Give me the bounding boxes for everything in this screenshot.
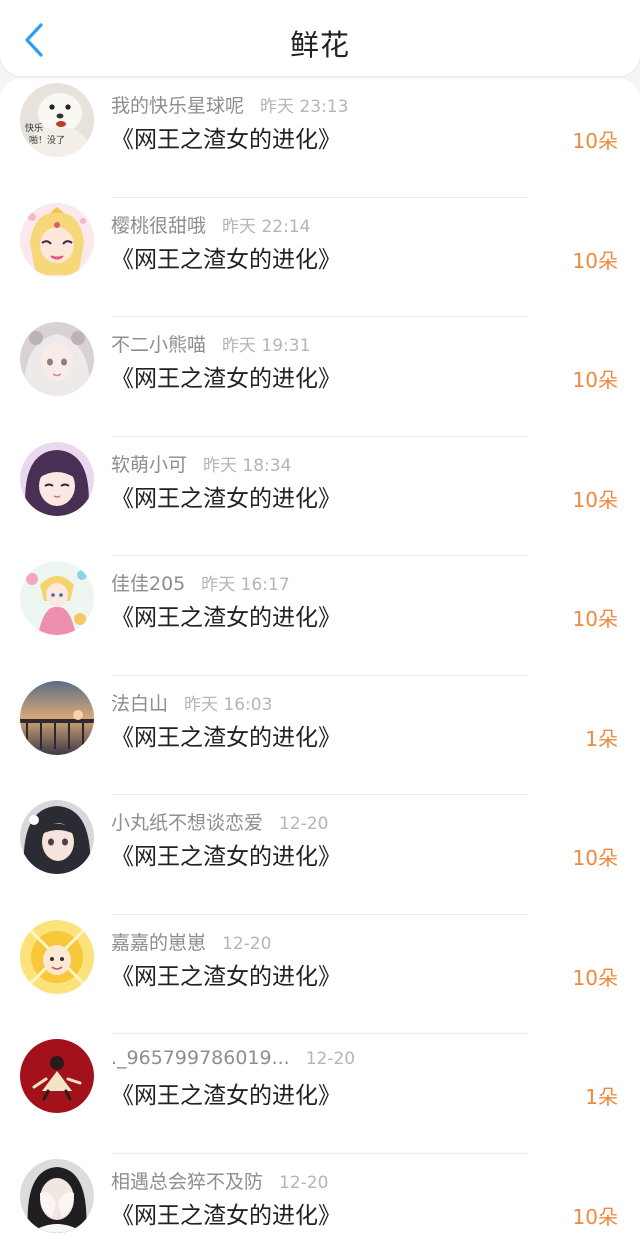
flower-amount: 10朵	[572, 1204, 618, 1229]
timestamp: 12-20	[305, 1049, 356, 1069]
nav-header: 鲜花	[0, 0, 640, 76]
username[interactable]: 嘉嘉的崽崽	[111, 932, 206, 954]
username[interactable]: 法白山	[111, 693, 168, 715]
avatar[interactable]	[20, 561, 94, 635]
item-meta: 软萌小可 昨天 18:34	[111, 450, 291, 477]
item-meta: 我的快乐星球呢 昨天 23:13	[111, 91, 348, 118]
timestamp: 昨天 18:34	[203, 455, 292, 476]
item-meta: 小丸纸不想谈恋爱 12-20	[111, 808, 328, 835]
flower-amount: 10朵	[572, 129, 618, 153]
book-title[interactable]: 《网王之渣女的进化》	[111, 479, 341, 513]
username[interactable]: 樱桃很甜哦	[111, 215, 206, 237]
list-item[interactable]: 不二小熊喵 昨天 19:31 《网王之渣女的进化》 10朵	[0, 317, 640, 437]
username[interactable]: 不二小熊喵	[111, 334, 206, 356]
list-item[interactable]: 软萌小可 昨天 18:34 《网王之渣女的进化》 10朵	[0, 437, 640, 556]
avatar[interactable]	[20, 441, 94, 516]
book-title[interactable]: 《网王之渣女的进化》	[111, 240, 341, 274]
book-title[interactable]: 《网王之渣女的进化》	[111, 1076, 341, 1110]
red-figure-avatar-image	[20, 1039, 94, 1113]
flower-amount: 10朵	[572, 248, 618, 273]
flower-amount: 10朵	[572, 846, 618, 870]
timestamp: 昨天 16:17	[201, 575, 290, 595]
flower-amount: 10朵	[572, 487, 618, 512]
item-meta: 不二小熊喵 昨天 19:31	[111, 330, 310, 357]
svg-text:快乐: 快乐	[25, 122, 43, 134]
list-item[interactable]: 法白山 昨天 16:03 《网王之渣女的进化》 1朵	[0, 676, 640, 795]
pier-sunset-avatar-image	[20, 680, 94, 755]
book-title[interactable]: 《网王之渣女的进化》	[111, 957, 341, 991]
book-title[interactable]: 《网王之渣女的进化》	[111, 718, 341, 752]
username[interactable]: 我的快乐星球呢	[111, 95, 244, 117]
timestamp: 昨天 23:13	[260, 97, 349, 117]
item-meta: ._965799786019... 12-20	[111, 1047, 355, 1069]
flower-amount: 10朵	[572, 368, 618, 392]
book-title[interactable]: 《网王之渣女的进化》	[111, 359, 341, 393]
username[interactable]: 相遇总会猝不及防	[111, 1171, 263, 1193]
flower-amount: 10朵	[572, 965, 618, 990]
flower-amount: 1朵	[585, 1085, 618, 1109]
timestamp: 12-20	[279, 814, 329, 834]
timestamp: 昨天 22:14	[222, 216, 311, 237]
item-meta: 佳佳205 昨天 16:17	[111, 569, 290, 596]
avatar[interactable]: 快乐 啪！没了	[20, 83, 94, 157]
list-item[interactable]: ._965799786019... 12-20 《网王之渣女的进化》 1朵	[0, 1034, 640, 1154]
username[interactable]: 小丸纸不想谈恋爱	[111, 812, 263, 834]
sailor-moon-avatar-image	[20, 202, 94, 277]
list-item[interactable]: 快乐 啪！没了 我的快乐星球呢 昨天 23:13 《网王之渣女的进化》 10朵	[0, 78, 640, 198]
list-item[interactable]: 佳佳205 昨天 16:17 《网王之渣女的进化》 10朵	[0, 556, 640, 676]
item-meta: 樱桃很甜哦 昨天 22:14	[111, 211, 310, 238]
item-meta: 相遇总会猝不及防 12-20	[111, 1167, 328, 1194]
flower-amount: 10朵	[572, 607, 618, 631]
list-item[interactable]: 嘉嘉的崽崽 12-20 《网王之渣女的进化》 10朵	[0, 915, 640, 1034]
book-title[interactable]: 《网王之渣女的进化》	[111, 1196, 341, 1230]
avatar[interactable]	[20, 680, 94, 755]
list-item[interactable]: 相遇总会猝不及防 12-20 《网王之渣女的进化》 10朵	[0, 1154, 640, 1253]
timestamp: 12-20	[222, 933, 272, 954]
avatar[interactable]	[20, 322, 94, 396]
svg-text:啪！没了: 啪！没了	[29, 134, 65, 146]
avatar[interactable]	[20, 1039, 94, 1113]
avatar[interactable]	[20, 800, 94, 874]
avatar[interactable]	[20, 1158, 94, 1233]
username[interactable]: 佳佳205	[111, 573, 185, 595]
book-title[interactable]: 《网王之渣女的进化》	[111, 837, 341, 871]
yellow-character-avatar-image	[20, 919, 94, 994]
list-item[interactable]: 小丸纸不想谈恋爱 12-20 《网王之渣女的进化》 10朵	[0, 795, 640, 915]
timestamp: 昨天 16:03	[184, 694, 273, 715]
flower-girl-avatar-image	[20, 561, 94, 635]
white-hair-girl-avatar-image	[20, 322, 94, 396]
username[interactable]: ._965799786019...	[111, 1047, 290, 1069]
timestamp: 12-20	[279, 1172, 329, 1193]
gift-flowers-page: 鲜花 快乐 啪！没了 我的快乐星球呢 昨天 23:13 《网王之渣女的进化》 1…	[0, 0, 640, 1253]
dark-hair-girl-avatar-image	[20, 800, 94, 874]
avatar[interactable]	[20, 919, 94, 994]
purple-hair-girl-avatar-image	[20, 441, 94, 516]
username[interactable]: 软萌小可	[111, 454, 187, 476]
timestamp: 昨天 19:31	[222, 336, 311, 356]
flower-amount: 1朵	[585, 726, 618, 751]
page-title: 鲜花	[289, 28, 350, 62]
girl-covering-face-avatar-image	[20, 1158, 94, 1233]
item-meta: 嘉嘉的崽崽 12-20	[111, 928, 271, 955]
book-title[interactable]: 《网王之渣女的进化》	[111, 598, 341, 632]
dog-meme-avatar-image: 快乐 啪！没了	[20, 83, 94, 157]
book-title[interactable]: 《网王之渣女的进化》	[111, 120, 341, 154]
avatar[interactable]	[20, 202, 94, 277]
flower-gift-list: 快乐 啪！没了 我的快乐星球呢昨天 23:13 《网王之渣女的进化》 10朵	[0, 78, 640, 1253]
list-item[interactable]: 樱桃很甜哦 昨天 22:14 《网王之渣女的进化》 10朵	[0, 198, 640, 317]
item-meta: 法白山 昨天 16:03	[111, 689, 272, 716]
